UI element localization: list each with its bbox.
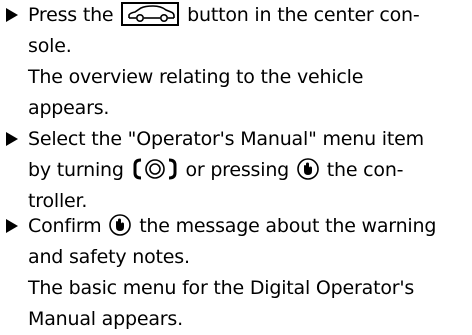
step-3-result-line-1: The basic menu for the Digital Operator'…: [28, 277, 415, 299]
step-2-text-c: the con-: [326, 159, 404, 181]
step-1-line-1: Press the button in the center con-: [28, 0, 420, 31]
step-2-text-a: by turning: [28, 159, 124, 181]
step-1-text-a: Press the: [28, 4, 114, 26]
step-2-line-2: by turning or pressing the con-: [28, 155, 404, 186]
press-controller-icon: [108, 213, 132, 237]
step-1-result-line-2: appears.: [28, 97, 110, 119]
step-1-line-2: sole.: [28, 35, 72, 57]
car-icon: [121, 1, 180, 26]
step-bullet-icon: [6, 8, 18, 22]
step-1-text-b: button in the center con-: [187, 4, 420, 26]
step-bullet-icon: [6, 132, 18, 146]
step-3-text-b: the message about the warning: [139, 215, 437, 237]
turn-controller-icon: [132, 157, 178, 181]
step-2-text-b: or pressing: [185, 159, 290, 181]
press-controller-icon: [296, 157, 320, 181]
step-3-line-2: and safety notes.: [28, 246, 190, 268]
instruction-page: Press the button in the center con- sole…: [0, 0, 472, 334]
step-1-result-line-1: The overview relating to the vehicle: [28, 66, 364, 88]
step-3-result-line-2: Manual appears.: [28, 308, 183, 330]
step-bullet-icon: [6, 219, 18, 233]
step-3-line-1: Confirm the message about the warning: [28, 211, 436, 242]
step-3-text-a: Confirm: [28, 215, 102, 237]
step-2-line-1: Select the "Operator's Manual" menu item: [28, 128, 424, 150]
